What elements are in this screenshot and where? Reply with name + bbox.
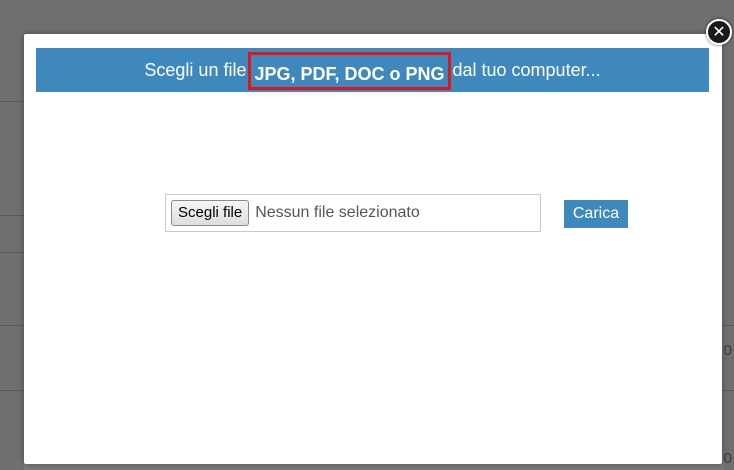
page-overlay: 0 0 Scegli un file JPG, PDF, DOC o PNG d…	[0, 0, 734, 470]
header-suffix-text: dal tuo computer...	[452, 59, 601, 80]
dialog-header: Scegli un file JPG, PDF, DOC o PNG dal t…	[36, 48, 709, 92]
file-input[interactable]: Scegli file Nessun file selezionato	[165, 194, 541, 232]
close-icon[interactable]: ✕	[706, 19, 732, 45]
header-prefix-text: Scegli un file	[144, 59, 247, 80]
file-types-highlight: JPG, PDF, DOC o PNG	[248, 52, 451, 90]
upload-dialog: Scegli un file JPG, PDF, DOC o PNG dal t…	[24, 34, 722, 464]
background-divider	[720, 325, 734, 326]
background-strip	[24, 463, 724, 470]
background-text: 0	[723, 450, 732, 467]
background-divider	[0, 252, 24, 253]
choose-file-button[interactable]: Scegli file	[171, 200, 250, 226]
background-divider	[720, 390, 734, 391]
background-divider	[0, 390, 24, 391]
upload-button[interactable]: Carica	[564, 200, 628, 228]
background-text: 0	[723, 342, 732, 359]
file-status-text: Nessun file selezionato	[255, 204, 420, 221]
background-divider	[0, 325, 24, 326]
background-divider	[0, 215, 24, 216]
background-divider	[0, 101, 24, 102]
